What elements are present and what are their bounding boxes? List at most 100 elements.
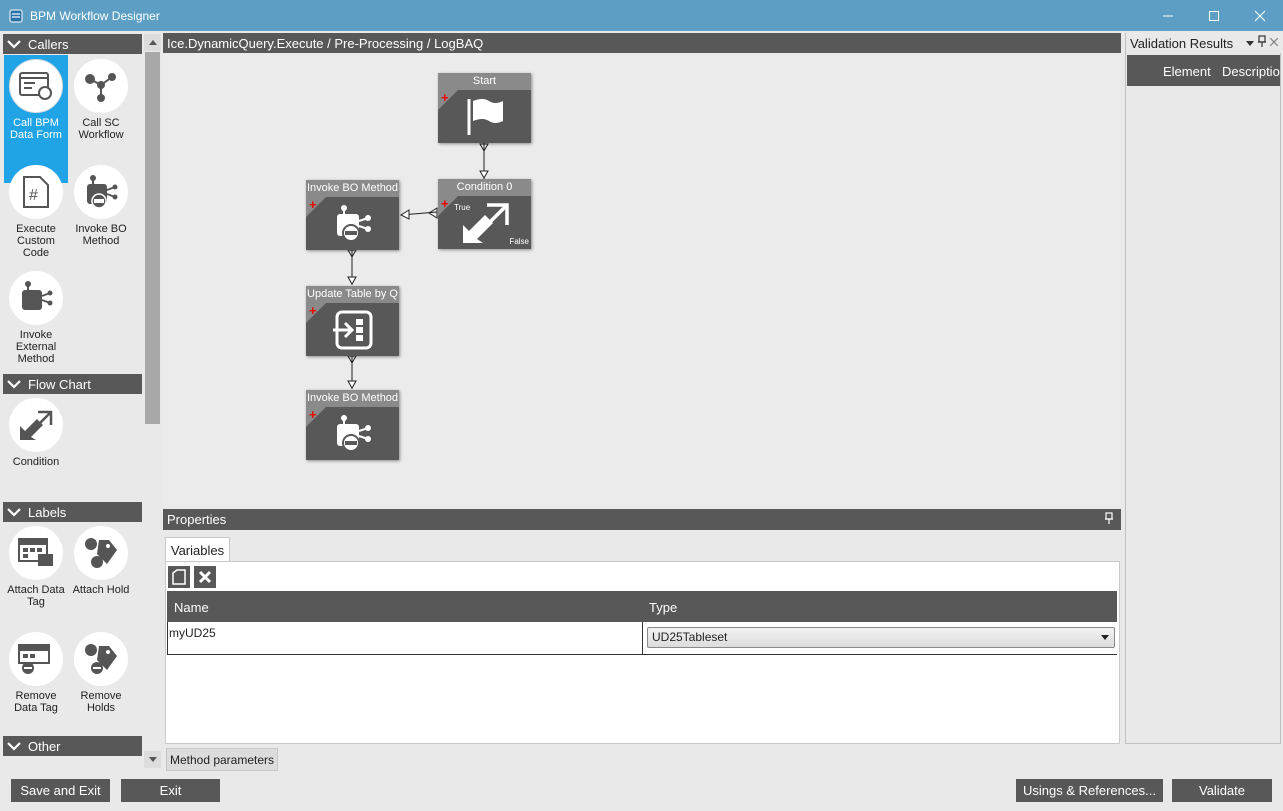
- condition-icon: [438, 196, 531, 249]
- svg-text:#: #: [29, 187, 38, 204]
- condition-icon: [9, 398, 63, 452]
- tool-label: Invoke External Method: [15, 329, 57, 365]
- section-header-other[interactable]: Other: [3, 736, 142, 756]
- tool-attach-hold[interactable]: Attach Hold: [69, 522, 133, 596]
- arrow-up-icon: [148, 40, 157, 45]
- chevron-down-icon: [5, 34, 23, 54]
- tool-remove-data-tag[interactable]: Remove Data Tag: [4, 628, 68, 714]
- maximize-icon: [1209, 10, 1219, 21]
- flag-icon: [438, 90, 531, 143]
- node-condition[interactable]: Condition 0 + True False: [438, 179, 531, 249]
- variables-panel: Name Type myUD25 UD25Tableset: [165, 561, 1120, 744]
- scroll-thumb[interactable]: [145, 52, 160, 424]
- arrow-down-icon: [148, 757, 157, 762]
- chevron-down-icon: [5, 736, 23, 756]
- maximize-button[interactable]: [1191, 0, 1237, 31]
- tool-label: Remove Data Tag: [14, 690, 58, 714]
- node-title: Invoke BO Method: [306, 180, 399, 197]
- remove-hold-icon: [74, 632, 128, 686]
- node-update-table[interactable]: Update Table by Q +: [306, 286, 399, 356]
- external-method-icon: [9, 271, 63, 325]
- tool-label: Execute Custom Code: [16, 223, 56, 259]
- section-header-flow-chart[interactable]: Flow Chart: [3, 374, 142, 394]
- tool-invoke-external-method[interactable]: Invoke External Method: [4, 267, 68, 365]
- window-title: BPM Workflow Designer: [30, 8, 160, 23]
- select-value: UD25Tableset: [652, 630, 728, 644]
- tool-attach-data-tag[interactable]: Attach Data Tag: [4, 522, 68, 608]
- save-and-exit-button[interactable]: Save and Exit: [11, 779, 110, 802]
- node-title: Start: [438, 73, 531, 90]
- scroll-up-button[interactable]: [144, 34, 161, 51]
- properties-header: Properties: [163, 509, 1121, 530]
- validation-grid-header: Element Description: [1127, 55, 1280, 86]
- app-icon: [9, 9, 23, 22]
- tool-condition[interactable]: Condition: [4, 394, 68, 468]
- variable-type-select[interactable]: UD25Tableset: [647, 627, 1115, 648]
- form-icon: [9, 59, 63, 113]
- section-header-labels[interactable]: Labels: [3, 502, 142, 522]
- remove-data-tag-icon: [9, 632, 63, 686]
- bo-method-icon: [306, 407, 399, 460]
- section-title: Callers: [28, 36, 69, 52]
- workflow-canvas[interactable]: Start + Condition 0 + True False Invoke …: [163, 53, 1121, 506]
- tool-label: Call SC Workflow: [78, 117, 124, 141]
- chevron-down-icon: [5, 502, 23, 522]
- bo-method-icon: [74, 165, 128, 219]
- tool-invoke-bo-method[interactable]: Invoke BO Method: [69, 161, 133, 247]
- tool-label: Remove Holds: [80, 690, 122, 714]
- toolbox-scrollbar[interactable]: [144, 33, 161, 769]
- pin-icon[interactable]: [1105, 512, 1113, 527]
- section-header-callers[interactable]: Callers: [3, 34, 142, 54]
- chevron-down-icon: [5, 374, 23, 394]
- validation-panel: [1125, 33, 1281, 744]
- minimize-button[interactable]: [1145, 0, 1191, 31]
- node-invoke-bo-method-1[interactable]: Invoke BO Method +: [306, 180, 399, 250]
- tool-label: Condition: [12, 456, 60, 468]
- dropdown-icon[interactable]: [1246, 37, 1254, 49]
- exit-button[interactable]: Exit: [121, 779, 220, 802]
- tool-execute-custom-code[interactable]: # Execute Custom Code: [4, 161, 68, 259]
- scroll-down-button[interactable]: [144, 751, 161, 768]
- section-title: Flow Chart: [28, 376, 91, 392]
- validation-header: Validation Results: [1126, 33, 1281, 53]
- tab-variables[interactable]: Variables: [165, 537, 230, 562]
- node-title: Condition 0: [438, 179, 531, 196]
- table-update-icon: [306, 303, 399, 356]
- variable-name[interactable]: myUD25: [169, 626, 216, 640]
- delete-variable-button[interactable]: [194, 566, 216, 588]
- tool-call-sc-workflow[interactable]: Call SC Workflow: [69, 55, 133, 141]
- tab-label: Variables: [170, 542, 225, 558]
- tab-label: Method parameters: [169, 752, 275, 767]
- properties-title: Properties: [167, 512, 227, 527]
- tool-label: Invoke BO Method: [75, 223, 127, 247]
- new-variable-button[interactable]: [168, 566, 190, 588]
- column-element: Element: [1163, 64, 1211, 79]
- pin-icon[interactable]: [1258, 35, 1266, 50]
- validate-button[interactable]: Validate: [1172, 779, 1272, 802]
- node-invoke-bo-method-2[interactable]: Invoke BO Method +: [306, 390, 399, 460]
- node-title: Invoke BO Method: [306, 390, 399, 407]
- tab-method-parameters[interactable]: Method parameters: [166, 748, 278, 771]
- column-type: Type: [649, 600, 678, 615]
- toolbox-panel: Callers Call BPM Data Form Call SC Workf…: [1, 32, 143, 769]
- canvas-breadcrumb: Ice.DynamicQuery.Execute / Pre-Processin…: [163, 33, 1121, 53]
- section-title: Labels: [28, 504, 67, 520]
- new-document-icon: [172, 569, 186, 585]
- node-start[interactable]: Start +: [438, 73, 531, 143]
- table-row[interactable]: myUD25 UD25Tableset: [167, 622, 1117, 655]
- workflow-icon: [74, 59, 128, 113]
- node-title: Update Table by Q: [306, 286, 399, 303]
- column-description: Description: [1222, 64, 1280, 79]
- delete-icon: [198, 570, 212, 584]
- validation-title: Validation Results: [1130, 35, 1234, 51]
- breadcrumb: Ice.DynamicQuery.Execute / Pre-Processin…: [167, 35, 484, 51]
- variables-grid-header: Name Type: [167, 591, 1117, 622]
- close-button[interactable]: [1237, 0, 1283, 31]
- tool-label: Call BPM Data Form: [10, 117, 62, 141]
- close-icon[interactable]: [1269, 37, 1279, 49]
- tool-remove-holds[interactable]: Remove Holds: [69, 628, 133, 714]
- usings-references-button[interactable]: Usings & References...: [1016, 779, 1163, 802]
- chevron-down-icon: [1101, 635, 1109, 640]
- bo-method-icon: [306, 197, 399, 250]
- column-name: Name: [174, 600, 209, 615]
